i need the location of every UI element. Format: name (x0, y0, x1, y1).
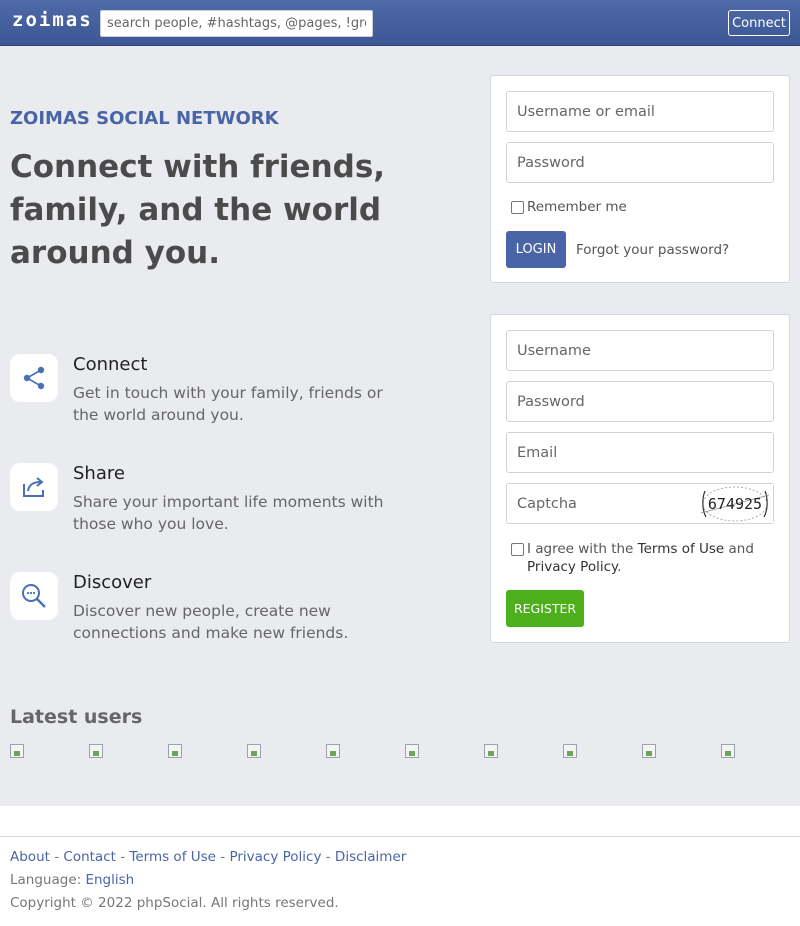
user-avatar[interactable] (484, 744, 500, 760)
footer-link-contact[interactable]: Contact (63, 849, 116, 865)
search-input[interactable] (100, 10, 373, 37)
connect-button[interactable]: Connect (728, 10, 790, 36)
terms-of-use-link[interactable]: Terms of Use (638, 541, 725, 557)
register-username-input[interactable] (506, 330, 774, 371)
user-avatar[interactable] (721, 744, 737, 760)
remember-me-label: Remember me (527, 199, 627, 215)
brand-heading: ZOIMAS SOCIAL NETWORK (10, 108, 279, 129)
register-card: 674925 I agree with the Terms of Use and… (490, 314, 790, 643)
footer-links: About - Contact - Terms of Use - Privacy… (10, 849, 407, 865)
user-avatar[interactable] (642, 744, 658, 760)
captcha-image: 674925 (697, 483, 773, 524)
copyright: Copyright © 2022 phpSocial. All rights r… (10, 895, 339, 911)
feature-connect: Connect Get in touch with your family, f… (10, 354, 410, 444)
feature-share: Share Share your important life moments … (10, 463, 410, 553)
feature-title: Share (73, 463, 125, 484)
user-avatar[interactable] (405, 744, 421, 760)
forgot-password-link[interactable]: Forgot your password? (576, 242, 729, 258)
login-card: Remember me LOGIN Forgot your password? (490, 75, 790, 283)
search-discover-icon (10, 572, 58, 620)
site-logo[interactable]: zoimas (12, 9, 93, 31)
feature-description: Get in touch with your family, friends o… (73, 384, 383, 424)
latest-users-list (10, 744, 790, 764)
feature-description: Discover new people, create new connecti… (73, 602, 349, 642)
footer-link-terms[interactable]: Terms of Use (129, 849, 216, 865)
register-password-input[interactable] (506, 381, 774, 422)
user-avatar[interactable] (10, 744, 26, 760)
agree-prefix: I agree with the (527, 541, 634, 557)
feature-title: Discover (73, 572, 152, 593)
captcha-text: 674925 (708, 495, 762, 513)
user-avatar[interactable] (89, 744, 105, 760)
main-area: ZOIMAS SOCIAL NETWORK Connect with frien… (0, 46, 800, 806)
language-selector: Language: English (10, 872, 134, 888)
footer-link-privacy[interactable]: Privacy Policy (229, 849, 321, 865)
latest-users-title: Latest users (10, 706, 143, 728)
feature-description: Share your important life moments with t… (73, 493, 384, 533)
login-button[interactable]: LOGIN (506, 231, 566, 268)
language-link[interactable]: English (85, 872, 134, 888)
user-avatar[interactable] (168, 744, 184, 760)
language-label: Language: (10, 872, 82, 888)
privacy-policy-link[interactable]: Privacy Policy (527, 559, 617, 575)
login-password-input[interactable] (506, 142, 774, 183)
agree-suffix: . (617, 559, 622, 575)
top-bar: zoimas Connect (0, 0, 800, 46)
user-avatar[interactable] (326, 744, 342, 760)
agree-and: and (728, 541, 754, 557)
register-email-input[interactable] (506, 432, 774, 473)
remember-me-checkbox[interactable] (511, 201, 524, 214)
agree-terms-checkbox[interactable] (511, 543, 524, 556)
user-avatar[interactable] (563, 744, 579, 760)
register-button[interactable]: REGISTER (506, 590, 584, 627)
footer-divider (0, 836, 800, 837)
feature-title: Connect (73, 354, 148, 375)
feature-discover: Discover Discover new people, create new… (10, 572, 410, 662)
footer-link-about[interactable]: About (10, 849, 50, 865)
share-arrow-icon (10, 463, 58, 511)
agree-terms-label: I agree with the Terms of Use and Privac… (527, 540, 757, 576)
footer-link-disclaimer[interactable]: Disclaimer (335, 849, 406, 865)
share-nodes-icon (10, 354, 58, 402)
login-username-input[interactable] (506, 91, 774, 132)
hero-tagline: Connect with friends, family, and the wo… (10, 149, 386, 271)
user-avatar[interactable] (247, 744, 263, 760)
